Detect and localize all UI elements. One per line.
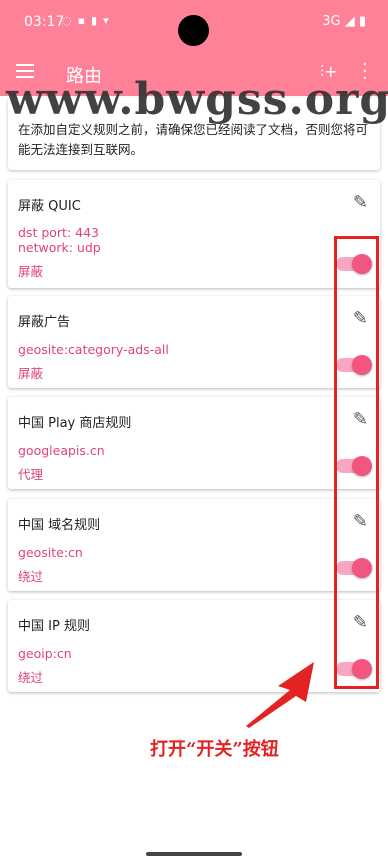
rule-card[interactable]: 屏蔽 QUIC ✎ dst port: 443 network: udp 屏蔽 — [8, 180, 380, 288]
network-type-label: 3G — [322, 14, 341, 29]
signal-icon: ◢ — [344, 14, 355, 29]
rule-name: 中国 域名规则 — [18, 518, 101, 533]
status-bar: 03:17 ◌▪▮▾ 3G ◢ ▮ — [0, 0, 388, 50]
rule-action: 绕过 — [18, 670, 44, 685]
rule-card[interactable]: 中国 IP 规则 ✎ geoip:cn 绕过 — [8, 600, 380, 692]
rule-card[interactable]: 中国 Play 商店规则 ✎ googleapis.cn 代理 — [8, 397, 380, 489]
status-right-icons: 3G ◢ ▮ — [322, 14, 366, 29]
rule-condition: network: udp — [18, 240, 101, 255]
edit-icon[interactable]: ✎ — [353, 192, 368, 213]
rule-action: 代理 — [18, 467, 44, 482]
rule-name: 中国 IP 规则 — [18, 619, 90, 634]
annotation-arrow-icon — [246, 662, 314, 728]
rule-action: 绕过 — [18, 569, 44, 584]
rule-card[interactable]: 屏蔽广告 ✎ geosite:category-ads-all 屏蔽 — [8, 296, 380, 388]
rule-condition: dst port: 443 — [18, 225, 99, 240]
rule-condition: googleapis.cn — [18, 443, 105, 458]
status-time: 03:17 — [24, 14, 65, 30]
rule-card[interactable]: 中国 域名规则 ✎ geosite:cn 绕过 — [8, 499, 380, 591]
rule-condition: geosite:category-ads-all — [18, 342, 169, 357]
annotation-text: 打开“开关”按钮 — [150, 739, 279, 760]
rule-name: 中国 Play 商店规则 — [18, 416, 132, 431]
battery-icon: ▮ — [358, 14, 366, 29]
notice-text: 在添加自定义规则之前，请确保您已经阅读了文档，否则您将可能无法连接到互联网。 — [18, 122, 369, 157]
rule-action: 屏蔽 — [18, 264, 44, 279]
status-notification-icons: ◌▪▮▾ — [62, 14, 115, 27]
front-camera-cutout — [178, 15, 209, 46]
rule-name: 屏蔽 QUIC — [18, 199, 81, 214]
rule-condition: geosite:cn — [18, 545, 83, 560]
rule-name: 屏蔽广告 — [18, 315, 71, 330]
toggle-highlight-box — [334, 236, 379, 689]
home-indicator[interactable] — [146, 852, 242, 856]
watermark: www.bwgss.org — [6, 74, 388, 125]
rule-action: 屏蔽 — [18, 366, 44, 381]
rule-condition: geoip:cn — [18, 646, 72, 661]
